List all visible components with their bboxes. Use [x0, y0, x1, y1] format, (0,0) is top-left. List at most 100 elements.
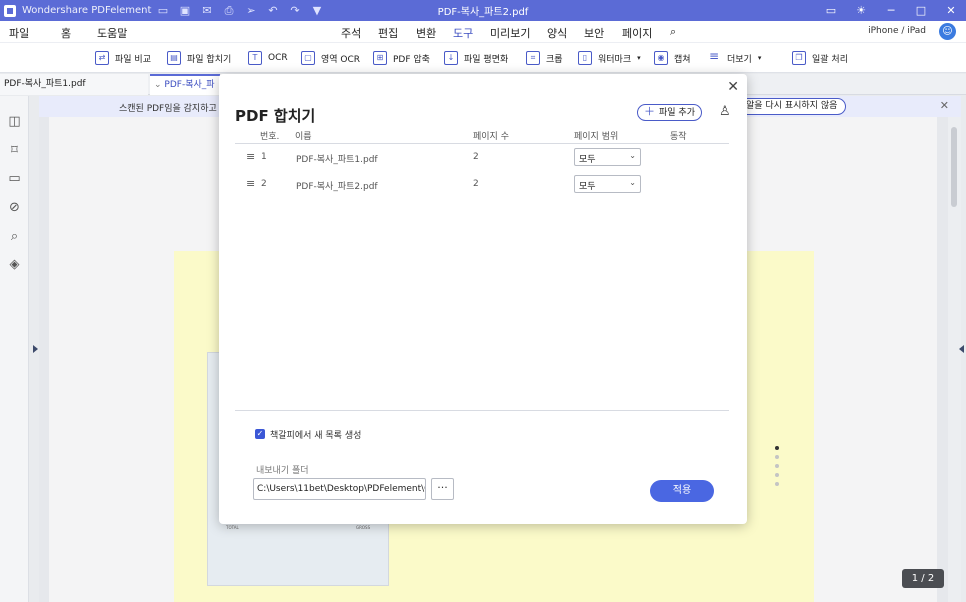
avatar[interactable]: ☺ — [939, 23, 956, 40]
table-row[interactable]: ≡ 1 PDF-복사_파트1.pdf 2 모두 ⌄ — [235, 145, 729, 171]
layers-icon[interactable]: ◈ — [7, 257, 22, 272]
scrollbar-thumb[interactable] — [951, 127, 957, 207]
column-page-count: 페이지 수 — [473, 132, 509, 142]
row-number: 2 — [261, 179, 267, 189]
page-dot[interactable] — [775, 455, 779, 459]
search-icon[interactable]: ⌕ — [670, 25, 676, 39]
dialog-close-icon[interactable]: ✕ — [727, 79, 739, 95]
expand-left-panel-icon[interactable] — [33, 345, 38, 353]
comment-icon[interactable]: ▭ — [7, 171, 22, 186]
quick-access-dropdown-icon[interactable]: ▼ — [306, 4, 328, 17]
page-range-select[interactable]: 모두 ⌄ — [574, 148, 641, 166]
camera-icon: ◉ — [654, 51, 668, 65]
compress-icon: ⊞ — [373, 51, 387, 65]
page-dot[interactable] — [775, 482, 779, 486]
menu-help[interactable]: 도움말 — [97, 25, 127, 41]
menu-convert[interactable]: 변환 — [416, 25, 436, 41]
dont-show-again-button[interactable]: 알을 다시 표시하지 않음 — [739, 98, 847, 115]
area-ocr-button[interactable]: ▢ 영역 OCR — [301, 51, 360, 65]
compare-files-button[interactable]: ⇄ 파일 비교 — [95, 51, 151, 65]
crop-button[interactable]: ⌗ 크롭 — [526, 51, 563, 65]
theme-icon[interactable]: ☀ — [846, 4, 876, 17]
row-page-count: 2 — [473, 152, 479, 162]
ocr-icon: T — [248, 51, 262, 65]
chevron-down-icon: ⌄ — [629, 151, 636, 160]
row-page-count: 2 — [473, 179, 479, 189]
column-number: 번호. — [260, 132, 280, 142]
save-icon[interactable]: ▣ — [174, 4, 196, 17]
chevron-down-icon: ⌄ — [629, 178, 636, 187]
app-name: Wondershare PDFelement — [22, 5, 152, 16]
menu-edit[interactable]: 편집 — [378, 25, 398, 41]
menu-preview[interactable]: 미리보기 — [490, 25, 530, 41]
print-icon[interactable]: ⎙ — [218, 4, 240, 18]
notice-close-icon[interactable]: ✕ — [940, 99, 949, 112]
capture-button[interactable]: ◉ 캡쳐 — [654, 51, 691, 65]
flatten-file-button[interactable]: ↓ 파일 평면화 — [444, 51, 508, 65]
combine-files-button[interactable]: ▤ 파일 합치기 — [167, 51, 231, 65]
mail-icon[interactable]: ✉ — [196, 4, 218, 17]
menu-form[interactable]: 양식 — [547, 25, 567, 41]
attachment-icon[interactable]: ⊘ — [7, 200, 22, 215]
tab-chevron-icon: ⌄ — [154, 80, 165, 90]
inner-gross-label: GROSS — [356, 525, 371, 530]
notice-message: 스캔된 PDF임을 감지하고 — [119, 104, 217, 114]
ocr-button[interactable]: T OCR — [248, 51, 288, 65]
drag-handle-icon[interactable]: ≡ — [246, 177, 255, 190]
browse-folder-button[interactable]: ··· — [431, 478, 454, 500]
compress-pdf-button[interactable]: ⊞ PDF 압축 — [373, 51, 430, 65]
search-panel-icon[interactable]: ⌕ — [7, 229, 22, 244]
close-window-button[interactable]: ✕ — [936, 4, 966, 17]
redo-icon[interactable]: ↷ — [284, 4, 306, 17]
page-dots — [775, 446, 779, 491]
device-link[interactable]: iPhone / iPad — [868, 26, 926, 36]
vertical-scrollbar[interactable] — [948, 117, 961, 602]
title-bar: Wondershare PDFelement ▭ ▣ ✉ ⎙ ➢ ↶ ↷ ▼ P… — [0, 0, 966, 21]
row-file-name: PDF-복사_파트1.pdf — [296, 155, 378, 165]
menu-security[interactable]: 보안 — [584, 25, 604, 41]
tab-document-2[interactable]: ⌄ PDF-복사_파 — [150, 74, 220, 95]
page-dot[interactable] — [775, 473, 779, 477]
menu-lines-icon: ≡ — [708, 49, 720, 63]
apply-button[interactable]: 적용 — [650, 480, 714, 502]
minimize-button[interactable]: ─ — [876, 4, 906, 17]
page-indicator: 1 / 2 — [902, 569, 944, 588]
menu-home[interactable]: 홈 — [61, 25, 71, 41]
page-dot[interactable] — [775, 464, 779, 468]
column-action: 동작 — [670, 132, 687, 142]
drag-handle-icon[interactable]: ≡ — [246, 150, 255, 163]
menu-file[interactable]: 파일 — [9, 25, 29, 41]
menu-page[interactable]: 페이지 — [622, 25, 652, 41]
plus-icon: ＋ — [644, 105, 655, 118]
compare-icon: ⇄ — [95, 51, 109, 65]
app-logo-icon — [4, 4, 16, 17]
export-folder-input[interactable]: C:\Users\11bet\Desktop\PDFelement\C — [253, 478, 426, 500]
watermark-button[interactable]: ▯ 워터마크 ▾ — [578, 51, 641, 65]
menu-tools[interactable]: 도구 — [453, 25, 474, 45]
add-file-button[interactable]: ＋ 파일 추가 — [637, 104, 702, 121]
page-dot[interactable] — [775, 446, 779, 450]
watermark-icon: ▯ — [578, 51, 592, 65]
expand-right-panel-icon[interactable] — [959, 345, 964, 353]
folder-icon[interactable]: ▭ — [152, 4, 174, 17]
bookmark-icon[interactable]: ⌑ — [7, 143, 22, 158]
bookmark-checkbox-label[interactable]: 책갈피에서 새 목록 생성 — [270, 428, 361, 441]
table-row[interactable]: ≡ 2 PDF-복사_파트2.pdf 2 모두 ⌄ — [235, 172, 729, 198]
bookmark-checkbox[interactable]: ✓ — [255, 429, 265, 439]
more-dropdown-icon[interactable]: ▾ — [758, 54, 762, 62]
clear-list-icon[interactable]: ♙ — [719, 104, 731, 119]
watermark-dropdown-icon[interactable]: ▾ — [637, 54, 641, 62]
more-button[interactable]: ≡ 더보기 ▾ — [707, 49, 762, 65]
feedback-icon[interactable]: ▭ — [816, 4, 846, 17]
share-icon[interactable]: ➢ — [240, 4, 262, 17]
tab-document-1[interactable]: PDF-복사_파트1.pdf — [0, 74, 148, 95]
left-sidebar: ◫ ⌑ ▭ ⊘ ⌕ ◈ — [0, 96, 29, 602]
menu-comment[interactable]: 주석 — [341, 25, 361, 41]
batch-process-button[interactable]: ❐ 일괄 처리 — [792, 51, 848, 65]
row-number: 1 — [261, 152, 267, 162]
page-range-select[interactable]: 모두 ⌄ — [574, 175, 641, 193]
maximize-button[interactable]: □ — [906, 4, 936, 17]
combine-pdf-dialog: ✕ PDF 합치기 ＋ 파일 추가 ♙ 번호. 이름 페이지 수 페이지 범위 동… — [219, 74, 747, 524]
thumbnails-icon[interactable]: ◫ — [7, 114, 22, 129]
undo-icon[interactable]: ↶ — [262, 4, 284, 17]
